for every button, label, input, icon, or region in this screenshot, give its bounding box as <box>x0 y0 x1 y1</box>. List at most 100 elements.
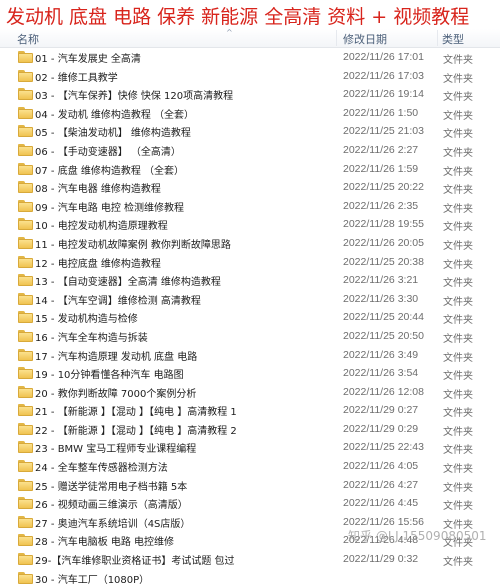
file-date: 2022/11/25 20:44 <box>343 311 424 324</box>
file-row[interactable]: 08 - 汽车电器 维修构造教程 2022/11/25 20:22 文件夹 <box>0 178 500 197</box>
file-name: 28 - 汽车电脑板 电路 电控维修 <box>35 537 175 549</box>
file-row[interactable]: 22 - 【新能源 】【混动 】【纯电 】高清教程 2 2022/11/29 0:… <box>0 420 500 439</box>
file-type: 文件夹 <box>443 147 473 159</box>
file-date: 2022/11/29 0:32 <box>343 553 419 566</box>
file-name: 08 - 汽车电器 维修构造教程 <box>35 184 161 196</box>
promo-banner: 发动机 底盘 电路 保养 新能源 全高清 资料 + 视频教程 <box>0 0 500 29</box>
file-row[interactable]: 09 - 汽车电路 电控 检测维修教程 2022/11/26 2:35 文件夹 <box>0 197 500 216</box>
file-row[interactable]: 04 - 发动机 维修构造教程 （全套） 2022/11/26 1:50 文件夹 <box>0 104 500 123</box>
folder-icon <box>18 367 33 380</box>
file-date: 2022/11/26 19:14 <box>343 88 424 101</box>
file-date: 2022/11/26 4:05 <box>343 460 419 473</box>
column-header-name[interactable]: 名称 <box>17 31 39 47</box>
file-row[interactable]: 30 - 汽车工厂（1080P） <box>0 569 500 587</box>
file-type: 文件夹 <box>443 278 473 290</box>
folder-icon <box>18 125 33 138</box>
folder-icon <box>18 348 33 361</box>
column-divider[interactable] <box>336 30 337 46</box>
file-row[interactable]: 25 - 赠送学徒常用电子档书籍 5本 2022/11/26 4:27 文件夹 <box>0 476 500 495</box>
file-name: 15 - 发动机构造与检修 <box>35 314 138 326</box>
folder-icon <box>18 404 33 417</box>
folder-icon <box>18 292 33 305</box>
file-date: 2022/11/25 22:43 <box>343 441 424 454</box>
file-date: 2022/11/25 20:38 <box>343 255 424 268</box>
file-row[interactable]: 20 - 教你判断故障 7000个案例分析 2022/11/26 12:08 文件夹 <box>0 383 500 402</box>
file-name: 22 - 【新能源 】【混动 】【纯电 】高清教程 2 <box>35 425 237 437</box>
file-type: 文件夹 <box>443 296 473 308</box>
file-date: 2022/11/26 12:08 <box>343 385 424 398</box>
file-row[interactable]: 21 - 【新能源 】【混动 】【纯电 】高清教程 1 2022/11/29 0:… <box>0 401 500 420</box>
file-row[interactable]: 23 - BMW 宝马工程师专业课程编程 2022/11/25 22:43 文件夹 <box>0 438 500 457</box>
file-row[interactable]: 12 - 电控底盘 维修构造教程 2022/11/25 20:38 文件夹 <box>0 253 500 272</box>
folder-icon <box>18 143 33 156</box>
file-row[interactable]: 13 - 【自动变速器】全高清 维修构造教程 2022/11/26 3:21 文件夹 <box>0 271 500 290</box>
file-date: 2022/11/26 2:35 <box>343 199 419 212</box>
folder-icon <box>18 162 33 175</box>
file-name: 13 - 【自动变速器】全高清 维修构造教程 <box>35 277 221 289</box>
file-name: 16 - 汽车全车构造与拆装 <box>35 332 148 344</box>
file-row[interactable]: 05 - 【柴油发动机】 维修构造教程 2022/11/25 21:03 文件夹 <box>0 122 500 141</box>
file-name: 23 - BMW 宝马工程师专业课程编程 <box>35 444 197 456</box>
file-row[interactable]: 15 - 发动机构造与检修 2022/11/25 20:44 文件夹 <box>0 308 500 327</box>
file-type: 文件夹 <box>443 129 473 141</box>
file-date: 2022/11/28 19:55 <box>343 218 424 231</box>
file-row[interactable]: 29-【汽车维修职业资格证书】考试试题 包过 2022/11/29 0:32 文件夹 <box>0 550 500 569</box>
file-row[interactable]: 24 - 全车整车传感器检测方法 2022/11/26 4:05 文件夹 <box>0 457 500 476</box>
file-type: 文件夹 <box>443 73 473 85</box>
folder-icon <box>18 236 33 249</box>
file-name: 30 - 汽车工厂（1080P） <box>35 574 150 586</box>
file-row[interactable]: 06 - 【手动变速器】 （全高清） 2022/11/26 2:27 文件夹 <box>0 141 500 160</box>
sort-caret-icon: ^ <box>226 28 233 37</box>
file-name: 02 - 维修工具教学 <box>35 72 118 84</box>
folder-icon <box>18 534 33 547</box>
file-name: 25 - 赠送学徒常用电子档书籍 5本 <box>35 481 188 493</box>
folder-icon <box>18 255 33 268</box>
file-row[interactable]: 01 - 汽车发展史 全高清 2022/11/26 17:01 文件夹 <box>0 48 500 67</box>
column-header-bar: 名称 修改日期 类型 <box>0 29 500 48</box>
file-row[interactable]: 02 - 维修工具教学 2022/11/26 17:03 文件夹 <box>0 67 500 86</box>
file-date: 2022/11/26 2:27 <box>343 143 419 156</box>
file-name: 03 - 【汽车保养】快修 快保 120项高清教程 <box>35 91 234 103</box>
file-name: 20 - 教你判断故障 7000个案例分析 <box>35 388 197 400</box>
file-name: 09 - 汽车电路 电控 检测维修教程 <box>35 202 185 214</box>
folder-icon <box>18 478 33 491</box>
column-header-type[interactable]: 类型 <box>442 31 464 47</box>
file-name: 24 - 全车整车传感器检测方法 <box>35 463 168 475</box>
column-header-date[interactable]: 修改日期 <box>343 31 387 47</box>
file-row[interactable]: 14 - 【汽车空调】维修检测 高清教程 2022/11/26 3:30 文件夹 <box>0 290 500 309</box>
file-date: 2022/11/26 3:21 <box>343 274 419 287</box>
file-date: 2022/11/29 0:29 <box>343 422 419 435</box>
file-row[interactable]: 17 - 汽车构造原理 发动机 底盘 电路 2022/11/26 3:49 文件夹 <box>0 346 500 365</box>
file-row[interactable]: 10 - 电控发动机构造原理教程 2022/11/28 19:55 文件夹 <box>0 215 500 234</box>
file-list: 01 - 汽车发展史 全高清 2022/11/26 17:01 文件夹 02 - 维修… <box>0 48 500 587</box>
file-name: 01 - 汽车发展史 全高清 <box>35 54 141 65</box>
file-row[interactable]: 07 - 底盘 维修构造教程 （全套） 2022/11/26 1:59 文件夹 <box>0 160 500 179</box>
file-type: 文件夹 <box>443 166 473 178</box>
column-divider[interactable] <box>437 30 438 46</box>
folder-icon <box>18 553 33 566</box>
file-date: 2022/11/26 3:30 <box>343 292 419 305</box>
file-date: 2022/11/25 21:03 <box>343 125 424 138</box>
file-type: 文件夹 <box>443 352 473 364</box>
file-type: 文件夹 <box>443 426 473 438</box>
file-row[interactable]: 26 - 视频动画三维演示（高清版） 2022/11/26 4:45 文件夹 <box>0 494 500 513</box>
file-date: 2022/11/25 20:50 <box>343 329 424 342</box>
file-row[interactable]: 11 - 电控发动机故障案例 教你判断故障思路 2022/11/26 20:05 文… <box>0 234 500 253</box>
folder-icon <box>18 385 33 398</box>
folder-icon <box>18 181 33 194</box>
folder-icon <box>18 311 33 324</box>
file-name: 05 - 【柴油发动机】 维修构造教程 <box>35 128 191 140</box>
file-date: 2022/11/26 20:05 <box>343 236 424 249</box>
file-type: 文件夹 <box>443 408 473 420</box>
file-date: 2022/11/26 4:27 <box>343 478 419 491</box>
file-name: 12 - 电控底盘 维修构造教程 <box>35 258 161 270</box>
file-type: 文件夹 <box>443 203 473 215</box>
file-date: 2022/11/26 3:54 <box>343 367 419 380</box>
file-row[interactable]: 16 - 汽车全车构造与拆装 2022/11/25 20:50 文件夹 <box>0 327 500 346</box>
file-name: 06 - 【手动变速器】 （全高清） <box>35 146 181 158</box>
file-row[interactable]: 19 - 10分钟看懂各种汽车 电路图 2022/11/26 3:54 文件夹 <box>0 364 500 383</box>
file-row[interactable]: 03 - 【汽车保养】快修 快保 120项高清教程 2022/11/26 19:1… <box>0 85 500 104</box>
folder-icon <box>18 515 33 528</box>
file-name: 07 - 底盘 维修构造教程 （全套） <box>35 165 185 177</box>
file-name: 27 - 奥迪汽车系统培训（4S店版） <box>35 518 191 530</box>
